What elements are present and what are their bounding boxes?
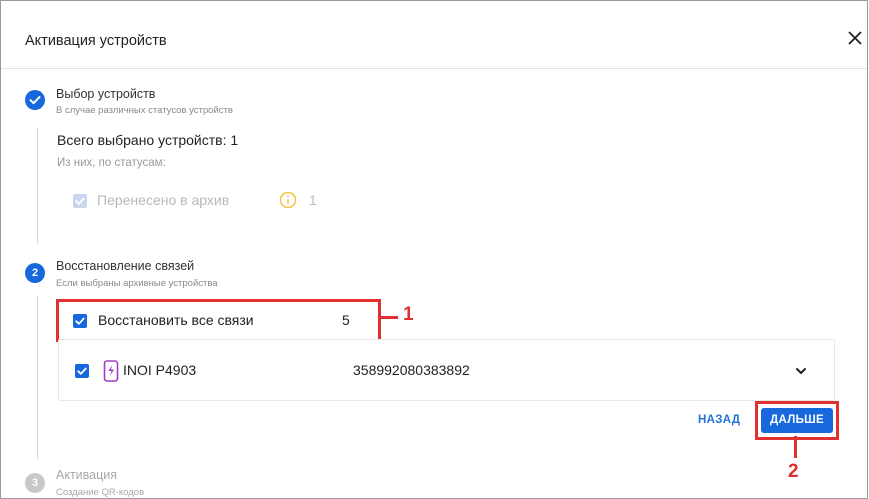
- chevron-down-icon[interactable]: [792, 362, 810, 380]
- step3-title: Активация: [56, 468, 118, 482]
- step3-number: 3: [25, 473, 45, 493]
- step1-subtitle: В случае различных статусов устройств: [56, 105, 233, 116]
- next-button[interactable]: ДАЛЬШЕ: [761, 408, 833, 433]
- dialog-title: Активация устройств: [25, 33, 167, 49]
- device-name: INOI P4903: [123, 362, 197, 378]
- step1-check-icon: [25, 90, 45, 110]
- step-connector: [37, 296, 38, 459]
- step1-title: Выбор устройств: [56, 87, 156, 101]
- annotation-line-1: [378, 316, 398, 319]
- step2-number: 2: [25, 263, 45, 283]
- total-selected: Всего выбрано устройств: 1: [57, 132, 239, 148]
- archived-checkbox: [73, 194, 87, 208]
- activation-dialog: Активация устройств Выбор устройств В сл…: [0, 0, 868, 499]
- annotation-label-1: 1: [403, 304, 414, 325]
- restore-all-label: Восстановить все связи: [98, 312, 254, 328]
- restore-all-checkbox[interactable]: [73, 314, 87, 328]
- close-icon[interactable]: [844, 27, 866, 49]
- restore-all-count: 5: [342, 312, 350, 328]
- annotation-label-2: 2: [788, 461, 799, 482]
- archived-label: Перенесено в архив: [97, 192, 230, 208]
- step-connector: [37, 128, 38, 244]
- annotation-line-2: [794, 436, 797, 458]
- step2-subtitle: Если выбраны архивные устройства: [56, 278, 218, 289]
- device-id: 358992080383892: [353, 362, 470, 378]
- step3-subtitle: Создание QR-кодов: [56, 487, 145, 498]
- info-icon[interactable]: [279, 191, 297, 209]
- archived-count: 1: [309, 192, 317, 208]
- dialog-header: Активация устройств: [1, 1, 867, 69]
- phone-icon: [103, 360, 119, 382]
- device-checkbox[interactable]: [75, 364, 89, 378]
- step2-title: Восстановление связей: [56, 259, 195, 273]
- device-row: INOI P4903 358992080383892: [58, 339, 835, 401]
- by-status-label: Из них, по статусам:: [57, 157, 166, 169]
- back-button[interactable]: НАЗАД: [698, 414, 740, 426]
